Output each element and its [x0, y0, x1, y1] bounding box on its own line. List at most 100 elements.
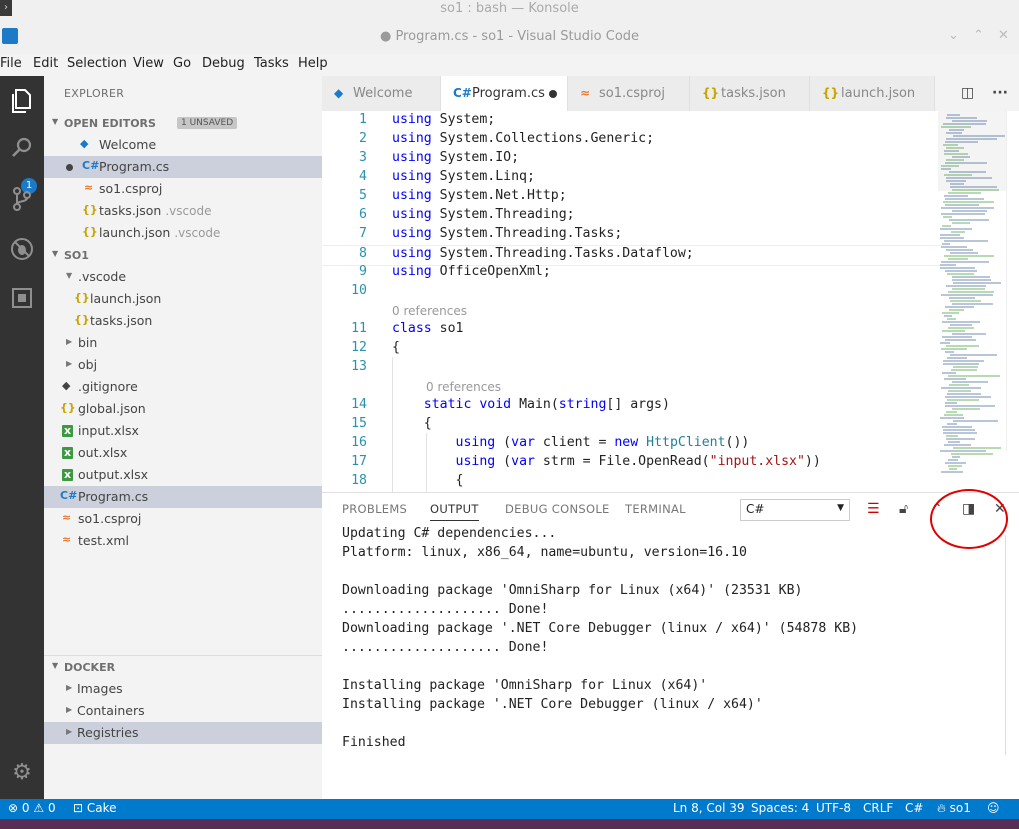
project-header[interactable]: ▼ SO1: [44, 244, 322, 266]
minimize-chevron-icon[interactable]: ⌄: [948, 28, 959, 43]
problems-status[interactable]: ⊗ 0 ⚠ 0: [8, 801, 56, 815]
minimap-line: [952, 456, 960, 458]
search-icon[interactable]: [7, 136, 37, 166]
menu-selection[interactable]: Selection: [67, 56, 127, 71]
feedback-smiley-icon[interactable]: ☺: [987, 801, 1000, 815]
maximize-chevron-icon[interactable]: ⌃: [973, 28, 984, 43]
tab-problems[interactable]: PROBLEMS: [342, 502, 407, 516]
cake-status[interactable]: ⊡ Cake: [73, 801, 117, 815]
code-line[interactable]: 6 using System.Threading;: [322, 207, 942, 226]
unsaved-dot-icon[interactable]: [549, 90, 557, 98]
docker-item[interactable]: ▶ Images: [44, 678, 322, 700]
open-editor-item[interactable]: C# Program.cs: [44, 156, 322, 178]
chevron-down-icon: ▼: [52, 661, 59, 670]
tree-file[interactable]: ◆ .gitignore: [44, 376, 322, 398]
code-line[interactable]: 2 using System.Collections.Generic;: [322, 131, 942, 150]
split-editor-icon[interactable]: ◫: [961, 85, 974, 101]
menu-view[interactable]: View: [133, 56, 164, 71]
tab-tasks-json[interactable]: {} tasks.json: [690, 76, 810, 111]
code-line[interactable]: 4 using System.Linq;: [322, 169, 942, 188]
tree-file[interactable]: x input.xlsx: [44, 420, 322, 442]
menu-help[interactable]: Help: [298, 56, 328, 71]
debug-icon[interactable]: [7, 236, 37, 266]
docker-item[interactable]: ▶ Containers: [44, 700, 322, 722]
indentation-status[interactable]: Spaces: 4: [751, 801, 809, 815]
tab-so1-csproj[interactable]: ≈ so1.csproj: [568, 76, 690, 111]
csharp-icon: C#: [60, 489, 78, 502]
tree-file[interactable]: {} launch.json: [44, 288, 322, 310]
tree-file[interactable]: {} global.json: [44, 398, 322, 420]
close-window-icon[interactable]: ✕: [998, 28, 1009, 43]
menu-debug[interactable]: Debug: [202, 56, 245, 71]
code-line[interactable]: 7 using System.Threading.Tasks;: [322, 226, 942, 245]
minimap-line: [947, 318, 956, 320]
minimap-line: [953, 420, 998, 422]
code-line[interactable]: 9 using OfficeOpenXml;: [322, 264, 942, 283]
explorer-files-icon[interactable]: [7, 88, 37, 118]
codelens-references[interactable]: 0 references: [426, 380, 501, 394]
tree-file[interactable]: x out.xlsx: [44, 442, 322, 464]
docker-header[interactable]: ▼ DOCKER: [44, 655, 322, 678]
code-line[interactable]: 10: [322, 283, 942, 302]
minimap-line: [940, 267, 975, 269]
code-line[interactable]: 14 static void Main(string[] args): [322, 397, 942, 416]
extensions-icon[interactable]: [7, 286, 37, 316]
tree-folder[interactable]: ▶ obj: [44, 354, 322, 376]
code-line[interactable]: 11 class so1: [322, 321, 942, 340]
docker-item[interactable]: ▶ Registries: [44, 722, 322, 744]
project-status[interactable]: 🔥︎ so1: [937, 801, 971, 816]
code-line[interactable]: 15 {: [322, 416, 942, 435]
menu-file[interactable]: File: [0, 56, 22, 71]
tree-folder[interactable]: ▼ .vscode: [44, 266, 322, 288]
tree-folder[interactable]: ▶ bin: [44, 332, 322, 354]
tab-welcome[interactable]: ◆ Welcome: [322, 76, 441, 111]
minimap-line: [949, 309, 964, 311]
tab-terminal[interactable]: TERMINAL: [625, 502, 686, 516]
code-line[interactable]: 18 {: [322, 473, 942, 492]
cursor-position[interactable]: Ln 8, Col 39: [673, 801, 745, 815]
code-editor[interactable]: 1 using System; 2 using System.Collections.…: [322, 111, 1019, 492]
source-control-icon[interactable]: [7, 186, 37, 216]
tab-output[interactable]: OUTPUT: [430, 502, 479, 521]
open-editor-item[interactable]: ◆ Welcome: [44, 134, 322, 156]
json-icon: {}: [74, 313, 90, 326]
code-line[interactable]: 12 {: [322, 340, 942, 359]
code-line[interactable]: 13: [322, 359, 942, 378]
menu-tasks[interactable]: Tasks: [254, 56, 289, 71]
menu-edit[interactable]: Edit: [33, 56, 58, 71]
settings-gear-icon[interactable]: ⚙: [7, 758, 37, 788]
annotation-circle: [930, 489, 1008, 549]
code-line[interactable]: 17 using (var strm = File.OpenRead("inpu…: [322, 454, 942, 473]
code-line[interactable]: 16 using (var client = new HttpClient()): [322, 435, 942, 454]
more-actions-icon[interactable]: ···: [992, 85, 1008, 101]
json-icon: {}: [74, 291, 90, 304]
output-channel-select[interactable]: C# ▼: [740, 499, 850, 521]
tree-file[interactable]: C# Program.cs: [44, 486, 322, 508]
code-line[interactable]: 5 using System.Net.Http;: [322, 188, 942, 207]
codelens-references[interactable]: 0 references: [392, 304, 467, 318]
menu-go[interactable]: Go: [173, 56, 191, 71]
open-editor-item[interactable]: {} tasks.json .vscode: [44, 200, 322, 222]
panel-scrollbar[interactable]: [1005, 535, 1016, 755]
minimap-line: [945, 396, 991, 398]
encoding-status[interactable]: UTF-8: [816, 801, 851, 815]
minimap-slider[interactable]: [938, 111, 1006, 191]
clear-output-icon[interactable]: ☰: [867, 501, 880, 517]
tab-program-cs[interactable]: C# Program.cs: [441, 76, 568, 111]
tab-debug-console[interactable]: DEBUG CONSOLE: [505, 502, 610, 516]
tree-file[interactable]: x output.xlsx: [44, 464, 322, 486]
open-editor-item[interactable]: ≈ so1.csproj: [44, 178, 322, 200]
language-mode[interactable]: C#: [905, 801, 923, 815]
tab-launch-json[interactable]: {} launch.json: [810, 76, 935, 111]
open-editor-item[interactable]: {} launch.json .vscode: [44, 222, 322, 244]
open-editors-header[interactable]: ▼ OPEN EDITORS 1 UNSAVED: [44, 112, 322, 134]
lock-scroll-icon[interactable]: 🔓︎: [899, 501, 908, 517]
tree-file[interactable]: ≈ so1.csproj: [44, 508, 322, 530]
code-line[interactable]: 3 using System.IO;: [322, 150, 942, 169]
tree-file[interactable]: {} tasks.json: [44, 310, 322, 332]
code-line[interactable]: 1 using System;: [322, 112, 942, 131]
editor-scrollbar[interactable]: [1006, 111, 1019, 451]
code-line[interactable]: 8 using System.Threading.Tasks.Dataflow;: [322, 245, 942, 266]
tree-file[interactable]: ≈ test.xml: [44, 530, 322, 552]
eol-status[interactable]: CRLF: [863, 801, 893, 815]
